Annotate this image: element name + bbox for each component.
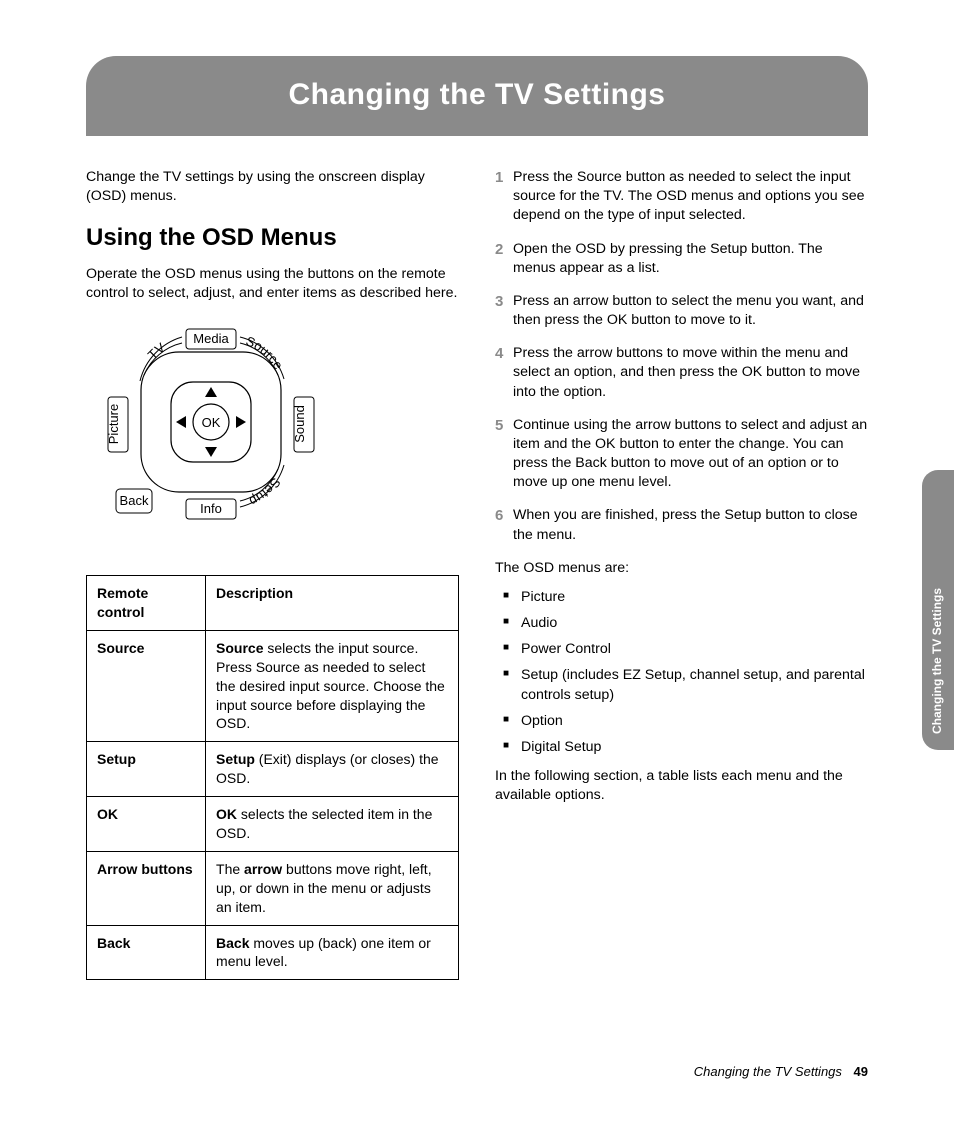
list-item: Audio (495, 614, 868, 633)
diagram-tv-label: TV (145, 340, 168, 363)
page-footer: Changing the TV Settings 49 (694, 1064, 868, 1079)
list-item: Press the Source button as needed to sel… (495, 168, 868, 226)
side-tab-label: Changing the TV Settings (930, 588, 944, 734)
menus-intro: The OSD menus are: (495, 559, 868, 578)
svg-text:Setup: Setup (247, 475, 284, 509)
list-item: Open the OSD by pressing the Setup butto… (495, 240, 868, 278)
arrow-down-icon (205, 447, 217, 457)
svg-text:TV: TV (145, 340, 168, 363)
chapter-title-banner: Changing the TV Settings (86, 56, 868, 136)
table-row: Setup Setup (Exit) displays (or closes) … (87, 742, 459, 797)
list-item: Option (495, 712, 868, 731)
list-item: Picture (495, 588, 868, 607)
footer-title: Changing the TV Settings (694, 1064, 842, 1079)
diagram-media-label: Media (193, 331, 229, 346)
intro-paragraph: Change the TV settings by using the onsc… (86, 168, 459, 206)
list-item: Power Control (495, 640, 868, 659)
table-head-remote: Remote control (87, 576, 206, 631)
diagram-info-label: Info (200, 501, 222, 516)
list-item: Continue using the arrow buttons to sele… (495, 416, 868, 493)
chapter-side-tab: Changing the TV Settings (922, 470, 954, 750)
diagram-back-label: Back (120, 493, 149, 508)
diagram-setup-label: Setup (247, 475, 284, 509)
list-item: When you are finished, press the Setup b… (495, 506, 868, 544)
remote-osd-diagram: OK Media Info Picture (86, 317, 459, 547)
diagram-ok-label: OK (202, 415, 221, 430)
arrow-left-icon (176, 416, 186, 428)
right-column: Press the Source button as needed to sel… (495, 168, 868, 980)
section-intro: Operate the OSD menus using the buttons … (86, 265, 459, 303)
list-item: Digital Setup (495, 738, 868, 757)
table-row: Source Source selects the input source. … (87, 630, 459, 741)
osd-steps-list: Press the Source button as needed to sel… (495, 168, 868, 545)
diagram-sound-label: Sound (292, 405, 307, 443)
section-heading: Using the OSD Menus (86, 222, 459, 254)
table-row: Arrow buttons The arrow buttons move rig… (87, 851, 459, 925)
table-row: Back Back moves up (back) one item or me… (87, 925, 459, 980)
page-number: 49 (854, 1064, 868, 1079)
list-item: Press the arrow buttons to move within t… (495, 344, 868, 402)
arrow-right-icon (236, 416, 246, 428)
left-column: Change the TV settings by using the onsc… (86, 168, 459, 980)
remote-controls-table: Remote control Description Source Source… (86, 575, 459, 980)
table-head-description: Description (206, 576, 459, 631)
closing-paragraph: In the following section, a table lists … (495, 767, 868, 805)
osd-menus-list: Picture Audio Power Control Setup (inclu… (495, 588, 868, 757)
list-item: Setup (includes EZ Setup, channel setup,… (495, 666, 868, 704)
table-row: OK OK selects the selected item in the O… (87, 797, 459, 852)
list-item: Press an arrow button to select the menu… (495, 292, 868, 330)
chapter-title: Changing the TV Settings (86, 78, 868, 112)
diagram-picture-label: Picture (106, 404, 121, 444)
arrow-up-icon (205, 387, 217, 397)
